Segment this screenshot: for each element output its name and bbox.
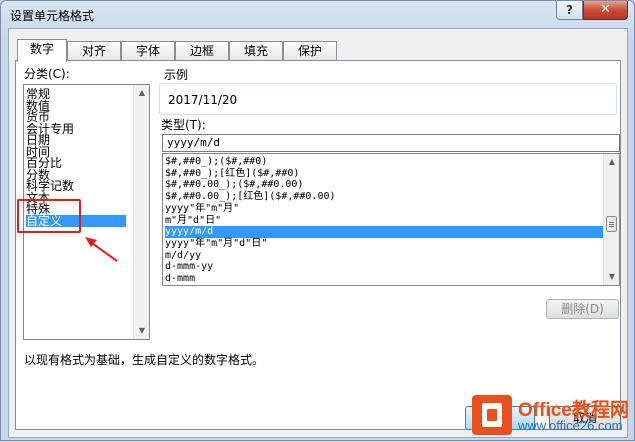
close-button[interactable]: ✕ bbox=[583, 1, 628, 20]
sample-value: 2017/11/20 bbox=[168, 93, 238, 107]
scroll-down-icon[interactable]: ▼ bbox=[134, 323, 150, 339]
highlight-box bbox=[17, 199, 81, 233]
description-text: 以现有格式为基础，生成自定义的数字格式。 bbox=[24, 353, 265, 367]
tab-fill[interactable]: 填充 bbox=[229, 41, 283, 61]
format-item[interactable]: d-mmm-yy bbox=[165, 261, 213, 272]
window-title: 设置单元格格式 bbox=[10, 9, 95, 23]
sample-group: 示例 2017/11/20 bbox=[159, 66, 617, 115]
type-label: 类型(T): bbox=[161, 118, 206, 132]
scroll-up-icon[interactable]: ▲ bbox=[604, 154, 620, 170]
watermark-url: www.office26.com bbox=[518, 418, 623, 433]
format-scrollbar[interactable]: ▲ ▼ bbox=[603, 154, 619, 285]
type-input[interactable]: yyyy/m/d bbox=[162, 134, 620, 152]
format-item[interactable]: yyyy"年"m"月" bbox=[165, 203, 239, 214]
tab-protection[interactable]: 保护 bbox=[283, 41, 337, 61]
tab-border[interactable]: 边框 bbox=[175, 41, 229, 61]
tab-number[interactable]: 数字 bbox=[17, 39, 67, 62]
annotation-arrow-icon bbox=[85, 237, 118, 262]
format-item[interactable]: m"月"d"日" bbox=[165, 215, 221, 226]
delete-button[interactable]: 删除(D) bbox=[546, 299, 619, 319]
format-item[interactable]: $#,##0_);[红色]($#,##0) bbox=[165, 168, 299, 179]
scroll-up-icon[interactable]: ▲ bbox=[134, 85, 150, 101]
scroll-thumb[interactable] bbox=[606, 216, 617, 232]
format-list[interactable]: $#,##0_);($#,##0) $#,##0_);[红色]($#,##0) $#… bbox=[162, 153, 620, 286]
help-button[interactable]: ? bbox=[556, 1, 583, 20]
sample-label: 示例 bbox=[162, 66, 191, 83]
format-item[interactable]: $#,##0_);($#,##0) bbox=[165, 156, 267, 167]
format-cells-dialog: 设置单元格格式 ? ✕ 数字 对齐 字体 边框 填充 保护 分类(C): 常规数… bbox=[0, 0, 635, 441]
watermark: Office教程网 www.office26.com bbox=[468, 391, 635, 442]
format-item[interactable]: m/d/yy bbox=[165, 250, 201, 261]
tab-alignment[interactable]: 对齐 bbox=[67, 41, 121, 61]
tab-font[interactable]: 字体 bbox=[121, 41, 175, 61]
format-item[interactable]: yyyy"年"m"月"d"日" bbox=[165, 238, 267, 249]
office-logo-icon bbox=[472, 395, 512, 435]
category-scrollbar[interactable]: ▲ ▼ bbox=[133, 85, 149, 339]
category-label: 分类(C): bbox=[24, 67, 70, 81]
format-item[interactable]: d-mmm bbox=[165, 273, 195, 284]
format-item[interactable]: $#,##0.00_);[红色]($#,##0.00) bbox=[165, 191, 336, 202]
scroll-down-icon[interactable]: ▼ bbox=[604, 269, 620, 285]
title-bar[interactable]: 设置单元格格式 ? ✕ bbox=[1, 1, 634, 29]
format-item[interactable]: $#,##0.00_);($#,##0.00) bbox=[165, 179, 303, 190]
format-item[interactable]: yyyy/m/d bbox=[165, 226, 607, 239]
